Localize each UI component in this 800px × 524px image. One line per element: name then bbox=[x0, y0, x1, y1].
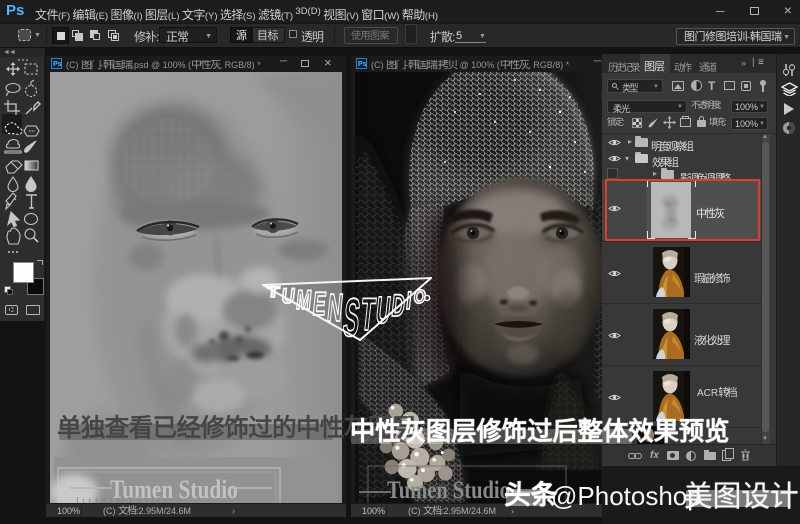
svg-text:D: D bbox=[390, 288, 407, 323]
svg-text:U: U bbox=[281, 285, 296, 308]
svg-text:U: U bbox=[374, 290, 392, 332]
svg-text:T: T bbox=[266, 284, 281, 301]
